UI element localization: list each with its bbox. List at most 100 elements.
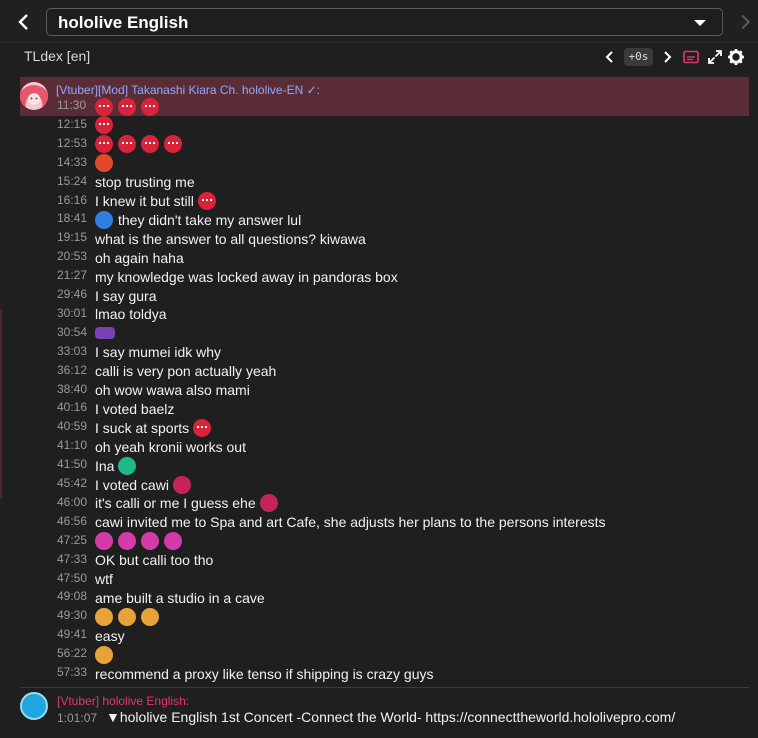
message-content: oh yeah kronii works out	[95, 437, 246, 456]
tako-emote-icon	[141, 97, 159, 116]
pinned-message: [Vtuber] hololive English: 1:01:07 ▼holo…	[0, 688, 758, 738]
chat-message: 36:12 calli is very pon actually yeah	[0, 362, 758, 381]
chat-message: 45:42 I voted cawi	[0, 475, 758, 494]
message-timestamp: 56:22	[57, 646, 88, 661]
chat-message: 41:50 Ina	[0, 456, 758, 475]
message-content: oh again haha	[95, 248, 184, 267]
heart-emote-icon	[172, 475, 191, 494]
message-timestamp: 40:16	[57, 400, 88, 415]
pink-emote-icon	[118, 532, 136, 551]
message-timestamp: 12:15	[57, 116, 88, 131]
message-timestamp: 11:30	[57, 98, 87, 112]
message-content: stop trusting me	[95, 173, 195, 192]
chat-message: 47:50 wtf	[0, 570, 758, 589]
message-content: I say mumei idk why	[95, 343, 221, 362]
message-content	[95, 645, 118, 664]
message-content: I voted cawi	[95, 475, 191, 494]
message-content	[95, 116, 118, 135]
back-arrow-icon[interactable]	[12, 10, 36, 34]
message-content: wtf	[95, 570, 113, 589]
tako-emote-icon	[193, 418, 212, 437]
message-timestamp: 47:25	[57, 532, 88, 547]
message-content: my knowledge was locked away in pandoras…	[95, 267, 398, 286]
tako-emote-icon	[164, 135, 182, 154]
forward-arrow-icon[interactable]	[734, 10, 756, 34]
message-text: I suck at sports	[95, 419, 190, 436]
message-text: recommend a proxy like tenso if shipping…	[95, 665, 434, 682]
message-content: Ina	[95, 456, 137, 475]
message-content: I knew it but still	[95, 192, 216, 211]
pinned-text: ▼hololive English 1st Concert -Connect t…	[106, 709, 676, 725]
message-text: stop trusting me	[95, 174, 195, 191]
chat-message: 11:30	[0, 97, 758, 116]
message-timestamp: 21:27	[57, 268, 88, 283]
shark-emote-icon	[95, 210, 113, 229]
message-text: I say gura	[95, 287, 157, 304]
message-content: oh wow wawa also mami	[95, 381, 250, 400]
tako2-emote-icon	[95, 154, 113, 173]
message-content: OK but calli too tho	[95, 551, 213, 570]
ghost-emote-icon	[118, 456, 137, 475]
message-timestamp: 46:00	[57, 494, 88, 509]
expand-icon[interactable]	[706, 48, 724, 66]
message-timestamp: 18:41	[57, 211, 88, 226]
message-text: lmao toldya	[95, 306, 167, 323]
caret-down-icon	[694, 20, 706, 26]
message-timestamp: 49:30	[57, 608, 88, 623]
message-timestamp: 14:33	[57, 154, 88, 169]
message-timestamp: 49:41	[57, 627, 88, 642]
message-content: cawi invited me to Spa and art Cafe, she…	[95, 513, 606, 532]
message-timestamp: 40:59	[57, 419, 88, 434]
channel-select-value: hololive English	[58, 13, 189, 32]
channel-select[interactable]: hololive English	[46, 8, 723, 36]
message-timestamp: 36:12	[57, 362, 88, 377]
chat-message: 56:22	[0, 645, 758, 664]
chat-message: 18:41 they didn't take my answer lul	[0, 210, 758, 229]
tako-emote-icon	[95, 135, 113, 154]
hololive-avatar	[20, 692, 48, 720]
message-timestamp: 38:40	[57, 381, 88, 396]
message-timestamp: 41:10	[57, 438, 88, 453]
message-text: oh again haha	[95, 249, 184, 266]
message-text: my knowledge was locked away in pandoras…	[95, 268, 398, 285]
chat-message: 12:53	[0, 135, 758, 154]
offset-decrease-icon[interactable]	[603, 48, 617, 66]
message-timestamp: 41:50	[57, 457, 88, 472]
chat-message: 57:33 recommend a proxy like tenso if shi…	[0, 664, 758, 683]
message-timestamp: 15:24	[57, 173, 88, 188]
message-text: I knew it but still	[95, 193, 194, 209]
subtitles-icon[interactable]	[682, 48, 700, 66]
settings-gear-icon[interactable]	[727, 48, 745, 66]
message-text: cawi invited me to Spa and art Cafe, she…	[95, 514, 606, 531]
message-timestamp: 12:53	[57, 135, 88, 150]
chat-message: 19:15 what is the answer to all questions…	[0, 229, 758, 248]
chat-message: 46:00 it's calli or me I guess ehe	[0, 494, 758, 513]
message-text: Ina	[95, 457, 115, 474]
tako-emote-icon	[95, 97, 113, 116]
message-timestamp: 47:33	[57, 551, 88, 566]
offset-badge[interactable]: +0s	[624, 48, 653, 66]
tako-emote-icon	[118, 97, 136, 116]
message-content	[95, 135, 187, 154]
message-text: OK but calli too tho	[95, 552, 214, 569]
message-text: oh yeah kronii works out	[95, 438, 246, 455]
chat-message: 40:16 I voted baelz	[0, 399, 758, 418]
message-content: lmao toldya	[95, 305, 167, 324]
message-timestamp: 47:50	[57, 570, 88, 585]
chat-message: 16:16 I knew it but still	[0, 192, 758, 211]
chat-message: 30:01 lmao toldya	[0, 305, 758, 324]
message-timestamp: 19:15	[57, 230, 88, 245]
message-content: I say gura	[95, 286, 156, 305]
chat-message: 38:40 oh wow wawa also mami	[0, 381, 758, 400]
tako-emote-icon	[95, 116, 113, 135]
offset-increase-icon[interactable]	[660, 48, 674, 66]
message-content: I voted baelz	[95, 399, 174, 418]
chat-message: 30:54	[0, 324, 758, 343]
message-text: it's calli or me I guess ehe	[95, 495, 256, 512]
pink-emote-icon	[141, 532, 159, 551]
message-content	[95, 97, 164, 116]
message-timestamp: 30:01	[57, 305, 88, 320]
chat-message: 21:27 my knowledge was locked away in pan…	[0, 267, 758, 286]
heart-emote-icon	[259, 494, 278, 513]
message-timestamp: 46:56	[57, 513, 88, 528]
